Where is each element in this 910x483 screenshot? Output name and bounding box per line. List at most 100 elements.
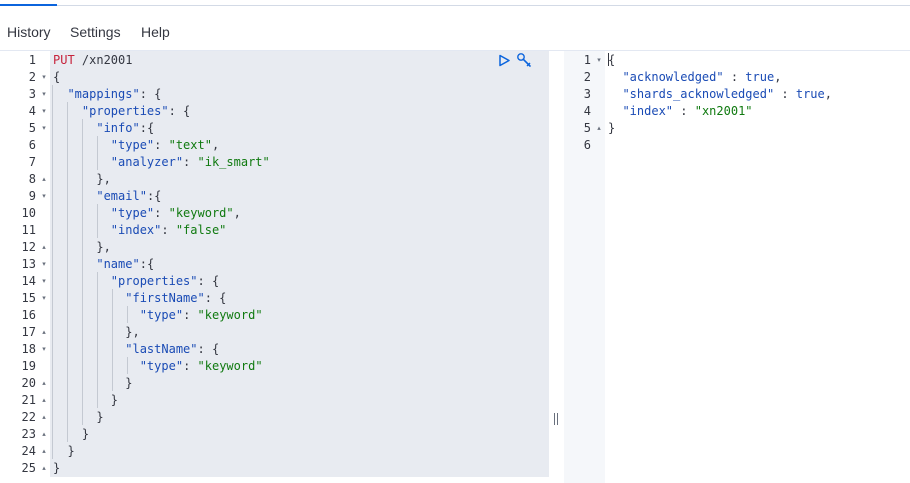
code-line[interactable]: }: [608, 120, 615, 137]
code-line[interactable]: }: [53, 443, 74, 460]
fold-expand-icon[interactable]: ▴: [595, 120, 603, 137]
code-line[interactable]: "analyzer": "ik_smart": [53, 154, 270, 171]
fold-collapse-icon[interactable]: ▾: [40, 86, 48, 103]
code-line[interactable]: },: [53, 171, 110, 188]
code-line[interactable]: "properties": {: [53, 103, 190, 120]
code-line[interactable]: "type": "keyword",: [53, 205, 241, 222]
code-line[interactable]: "index": "false": [53, 222, 227, 239]
line-number: 10: [21, 206, 36, 220]
fold-expand-icon[interactable]: ▴: [40, 171, 48, 188]
code-token: },: [53, 240, 111, 254]
code-line[interactable]: }: [53, 426, 89, 443]
response-viewer[interactable]: 1 ▾ 2 3 4 5 ▴ 6 { "acknowledged" : true, "shard…: [564, 51, 910, 483]
code-token: :: [154, 206, 169, 220]
code-token: "false": [175, 223, 227, 237]
code-line[interactable]: "name":{: [53, 256, 154, 273]
request-code[interactable]: PUT /xn2001{ "mappings": { "properties":…: [50, 51, 549, 477]
code-line[interactable]: },: [53, 239, 111, 256]
line-number: 13: [21, 257, 36, 271]
wrench-icon[interactable]: [516, 52, 534, 69]
code-line[interactable]: "lastName": {: [53, 341, 219, 358]
fold-collapse-icon[interactable]: ▾: [40, 69, 48, 86]
line-number: 1: [583, 53, 591, 67]
line-number: 19: [21, 359, 36, 373]
code-line[interactable]: }: [53, 375, 132, 392]
fold-collapse-icon[interactable]: ▾: [40, 273, 48, 290]
fold-expand-icon[interactable]: ▴: [40, 375, 48, 392]
line-number: 8: [28, 172, 36, 186]
code-line[interactable]: {: [608, 52, 615, 69]
code-token: : {: [197, 342, 220, 356]
code-token: ,: [824, 87, 832, 101]
fold-collapse-icon[interactable]: ▾: [40, 188, 48, 205]
resizer-grip-icon[interactable]: [553, 413, 559, 425]
code-line[interactable]: "type": "keyword": [53, 358, 263, 375]
code-token: "index": [622, 104, 674, 118]
fold-collapse-icon[interactable]: ▾: [595, 52, 603, 69]
code-token: "type": [110, 138, 155, 152]
code-token: {: [53, 70, 61, 84]
code-token: :: [154, 138, 169, 152]
code-token: "properties": [110, 274, 198, 288]
code-line[interactable]: "mappings": {: [53, 86, 161, 103]
code-line[interactable]: "email":{: [53, 188, 161, 205]
code-line[interactable]: {: [53, 69, 60, 86]
code-line[interactable]: }: [53, 460, 60, 477]
fold-expand-icon[interactable]: ▴: [40, 443, 48, 460]
line-number: 5: [28, 121, 36, 135]
code-line[interactable]: }: [53, 409, 104, 426]
code-line[interactable]: "firstName": {: [53, 290, 226, 307]
line-number: 9: [28, 189, 36, 203]
fold-expand-icon[interactable]: ▴: [40, 239, 48, 256]
code-line[interactable]: },: [53, 324, 139, 341]
code-token: :: [183, 359, 198, 373]
code-line[interactable]: PUT /xn2001: [53, 52, 132, 69]
fold-expand-icon[interactable]: ▴: [40, 409, 48, 426]
help-menu[interactable]: Help: [141, 24, 170, 40]
fold-collapse-icon[interactable]: ▾: [40, 341, 48, 358]
fold-collapse-icon[interactable]: ▾: [40, 256, 48, 273]
fold-expand-icon[interactable]: ▴: [40, 392, 48, 409]
history-menu[interactable]: History: [7, 24, 51, 40]
line-number: 3: [28, 87, 36, 101]
code-token: "shards_acknowledged": [622, 87, 775, 101]
fold-collapse-icon[interactable]: ▾: [40, 103, 48, 120]
code-line[interactable]: "type": "keyword": [53, 307, 263, 324]
code-line[interactable]: }: [53, 392, 118, 409]
line-number: 1: [28, 53, 36, 67]
code-token: PUT: [53, 53, 75, 67]
console-menu-bar: History Settings Help: [0, 6, 910, 51]
request-editor[interactable]: 1 2 ▾ 3 ▾ 4 ▾ 5 ▾ 6 7 8 ▴ 9 ▾ 10 11 12 ▴ 13 ▾ 14 ▾ 15 ▾ 16 17 ▴ 18 ▾ 1…: [0, 51, 549, 477]
code-line[interactable]: "type": "text",: [53, 137, 219, 154]
settings-menu[interactable]: Settings: [70, 24, 121, 40]
line-number: 6: [583, 138, 591, 152]
fold-expand-icon[interactable]: ▴: [40, 426, 48, 443]
code-line[interactable]: "index" : "xn2001": [608, 103, 752, 120]
code-line[interactable]: "info":{: [53, 120, 154, 137]
code-token: {: [608, 53, 616, 67]
line-number: 2: [28, 70, 36, 84]
code-token: }: [53, 410, 104, 424]
code-token: : {: [197, 274, 220, 288]
code-line[interactable]: "shards_acknowledged" : true,: [608, 86, 832, 103]
code-line[interactable]: "properties": {: [53, 273, 219, 290]
code-token: "lastName": [125, 342, 198, 356]
fold-collapse-icon[interactable]: ▾: [40, 290, 48, 307]
response-code[interactable]: { "acknowledged" : true, "shards_acknowl…: [605, 51, 910, 483]
fold-expand-icon[interactable]: ▴: [40, 460, 48, 477]
fold-collapse-icon[interactable]: ▾: [40, 120, 48, 137]
play-icon[interactable]: [498, 54, 511, 67]
fold-expand-icon[interactable]: ▴: [40, 324, 48, 341]
code-line[interactable]: "acknowledged" : true,: [608, 69, 781, 86]
code-token: "type": [139, 359, 184, 373]
code-token: "text": [168, 138, 212, 152]
